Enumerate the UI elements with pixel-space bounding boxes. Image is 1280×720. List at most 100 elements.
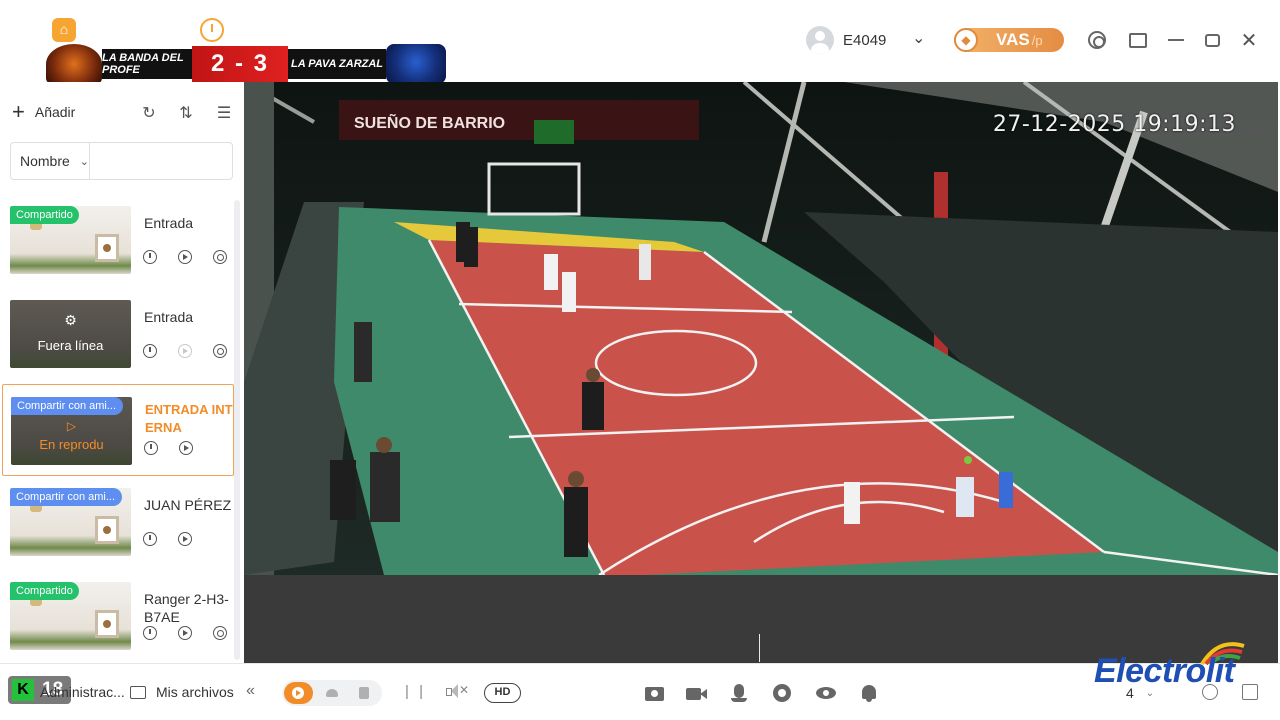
team-left-logo bbox=[46, 44, 102, 84]
filter-select[interactable]: Nombre ⌄ bbox=[11, 143, 91, 179]
camera-name: Ranger 2-H3-B7AE bbox=[144, 591, 229, 625]
refresh-icon[interactable]: ↻ bbox=[139, 104, 159, 124]
team-right-name: LA PAVA ZARZAL bbox=[288, 49, 386, 79]
sort-icon[interactable]: ⇅ bbox=[176, 104, 196, 124]
camera-name: JUAN PÉREZ bbox=[144, 497, 232, 513]
bottom-bar: K 18 Administrac... Mis archivos « | | ✕… bbox=[0, 663, 1280, 720]
add-label: Añadir bbox=[34, 104, 76, 120]
kick-icon: K bbox=[12, 679, 34, 701]
vas-sub-label: /p bbox=[1031, 32, 1043, 48]
shared-badge: Compartido bbox=[10, 206, 79, 224]
list-view-icon[interactable]: ☰ bbox=[214, 104, 234, 124]
play-icon[interactable] bbox=[178, 626, 192, 640]
history-icon[interactable] bbox=[143, 250, 157, 264]
camera-item[interactable]: Compartido Entrada bbox=[2, 194, 234, 286]
eye-icon[interactable] bbox=[816, 684, 836, 702]
collapse-icon[interactable]: « bbox=[246, 682, 255, 700]
camera-thumbnail[interactable]: Compartido bbox=[10, 582, 131, 650]
user-name[interactable]: E4049 bbox=[843, 32, 886, 49]
plus-icon: + bbox=[12, 99, 25, 124]
play-icon[interactable] bbox=[178, 250, 192, 264]
playing-icon: ▷ bbox=[66, 419, 77, 433]
camera-item[interactable]: Compartido Ranger 2-H3-B7AE bbox=[2, 570, 234, 662]
video-frame: SUEÑO DE BARRIO bbox=[244, 82, 1278, 575]
settings-icon[interactable] bbox=[213, 344, 227, 358]
my-files-button[interactable]: Mis archivos bbox=[130, 684, 234, 700]
home-icon[interactable]: ⌂ bbox=[52, 18, 76, 42]
cloud-mode-button[interactable] bbox=[320, 682, 345, 704]
camera-item[interactable]: ⚙ Fuera línea Entrada bbox=[2, 288, 234, 380]
watermark-logo: Electrolit bbox=[1094, 636, 1254, 692]
camera-thumbnail[interactable]: ⚙ Fuera línea bbox=[10, 300, 131, 368]
vas-button[interactable]: ◆ VAS /p bbox=[954, 28, 1064, 52]
message-icon[interactable] bbox=[1126, 28, 1150, 52]
play-icon[interactable] bbox=[178, 532, 192, 546]
maximize-icon[interactable] bbox=[1200, 28, 1224, 52]
files-label: Mis archivos bbox=[156, 684, 234, 700]
settings-icon[interactable] bbox=[213, 626, 227, 640]
camera-item[interactable]: Compartir con ami... JUAN PÉREZ bbox=[2, 476, 234, 568]
team-left-name: LA BANDA DEL PROFE bbox=[102, 49, 192, 79]
history-icon[interactable] bbox=[143, 626, 157, 640]
team-right-logo bbox=[386, 44, 446, 84]
play-icon bbox=[178, 344, 192, 358]
offline-status: Fuera línea bbox=[37, 338, 104, 353]
close-icon[interactable]: ✕ bbox=[1237, 28, 1261, 52]
filter-label: Nombre bbox=[20, 153, 70, 169]
diamond-icon: ◆ bbox=[954, 28, 978, 52]
match-score: 2 - 3 bbox=[192, 46, 288, 82]
shared-friends-badge: Compartir con ami... bbox=[11, 397, 123, 415]
settings-icon[interactable] bbox=[1085, 28, 1109, 52]
sidebar-scrollbar[interactable] bbox=[234, 200, 240, 660]
camera-list: Compartido Entrada ⚙ Fuera línea Entrada bbox=[0, 194, 236, 664]
history-icon[interactable] bbox=[144, 441, 158, 455]
history-icon[interactable] bbox=[143, 532, 157, 546]
camera-name: Entrada bbox=[144, 215, 194, 231]
mute-icon[interactable]: ✕ bbox=[444, 681, 469, 703]
bell-icon[interactable] bbox=[860, 684, 880, 702]
sidebar-toolbar: + Añadir ↻ ⇅ ☰ bbox=[0, 100, 244, 128]
sd-mode-button[interactable] bbox=[352, 682, 377, 704]
clock-icon[interactable] bbox=[200, 18, 224, 42]
cloud-icon bbox=[326, 689, 339, 697]
sidebar: + Añadir ↻ ⇅ ☰ Nombre ⌄ Compartido Entra bbox=[0, 82, 279, 664]
chevron-down-icon[interactable]: ⌄ bbox=[912, 28, 925, 48]
play-icon bbox=[292, 687, 305, 699]
live-video[interactable]: SUEÑO DE BARRIO 27-12-2025 19:19:13 bbox=[244, 82, 1278, 575]
camera-name: Entrada bbox=[144, 309, 194, 325]
settings-icon[interactable] bbox=[213, 250, 227, 264]
live-mode-button[interactable] bbox=[284, 682, 313, 704]
history-icon[interactable] bbox=[143, 344, 157, 358]
top-bar: ⌂ LA BANDA DEL PROFE 2 - 3 LA PAVA ZARZA… bbox=[0, 0, 1280, 84]
folder-icon bbox=[130, 685, 146, 699]
camera-thumbnail[interactable]: Compartido bbox=[10, 206, 131, 274]
play-icon[interactable] bbox=[179, 441, 193, 455]
avatar[interactable] bbox=[806, 26, 834, 54]
minimize-icon[interactable] bbox=[1164, 28, 1188, 52]
vas-label: VAS bbox=[996, 30, 1030, 49]
microphone-icon[interactable] bbox=[730, 684, 750, 702]
chevron-down-icon: ⌄ bbox=[79, 155, 90, 168]
add-device-button[interactable]: + Añadir bbox=[12, 99, 76, 124]
app-window: ⌂ LA BANDA DEL PROFE 2 - 3 LA PAVA ZARZA… bbox=[0, 0, 1280, 720]
camera-name: ENTRADA INTERNA bbox=[145, 402, 233, 435]
camera-thumbnail[interactable]: Compartir con ami... ▷ En reprodu bbox=[11, 397, 132, 465]
pause-icon[interactable]: | | bbox=[405, 683, 426, 700]
admin-label[interactable]: Administrac... bbox=[40, 684, 125, 700]
scoreboard-overlay: LA BANDA DEL PROFE 2 - 3 LA PAVA ZARZAL bbox=[46, 44, 450, 84]
video-timestamp: 27-12-2025 19:19:13 bbox=[992, 112, 1236, 137]
ptz-icon[interactable] bbox=[773, 684, 793, 702]
quality-button[interactable]: HD bbox=[484, 683, 521, 703]
camera-thumbnail[interactable]: Compartir con ami... bbox=[10, 488, 131, 556]
snapshot-icon[interactable] bbox=[645, 684, 665, 702]
search-bar: Nombre ⌄ bbox=[10, 142, 279, 180]
watermark-text: Electrolit bbox=[1094, 652, 1235, 690]
shared-badge: Compartido bbox=[10, 582, 79, 600]
offline-icon: ⚙ bbox=[64, 312, 77, 328]
playing-status: En reprodu bbox=[39, 437, 104, 452]
banner-text: SUEÑO DE BARRIO bbox=[354, 112, 505, 132]
record-icon[interactable] bbox=[686, 684, 707, 702]
camera-item-active[interactable]: Compartir con ami... ▷ En reprodu ENTRAD… bbox=[2, 384, 234, 476]
text-cursor bbox=[759, 634, 760, 662]
shared-friends-badge: Compartir con ami... bbox=[10, 488, 122, 506]
